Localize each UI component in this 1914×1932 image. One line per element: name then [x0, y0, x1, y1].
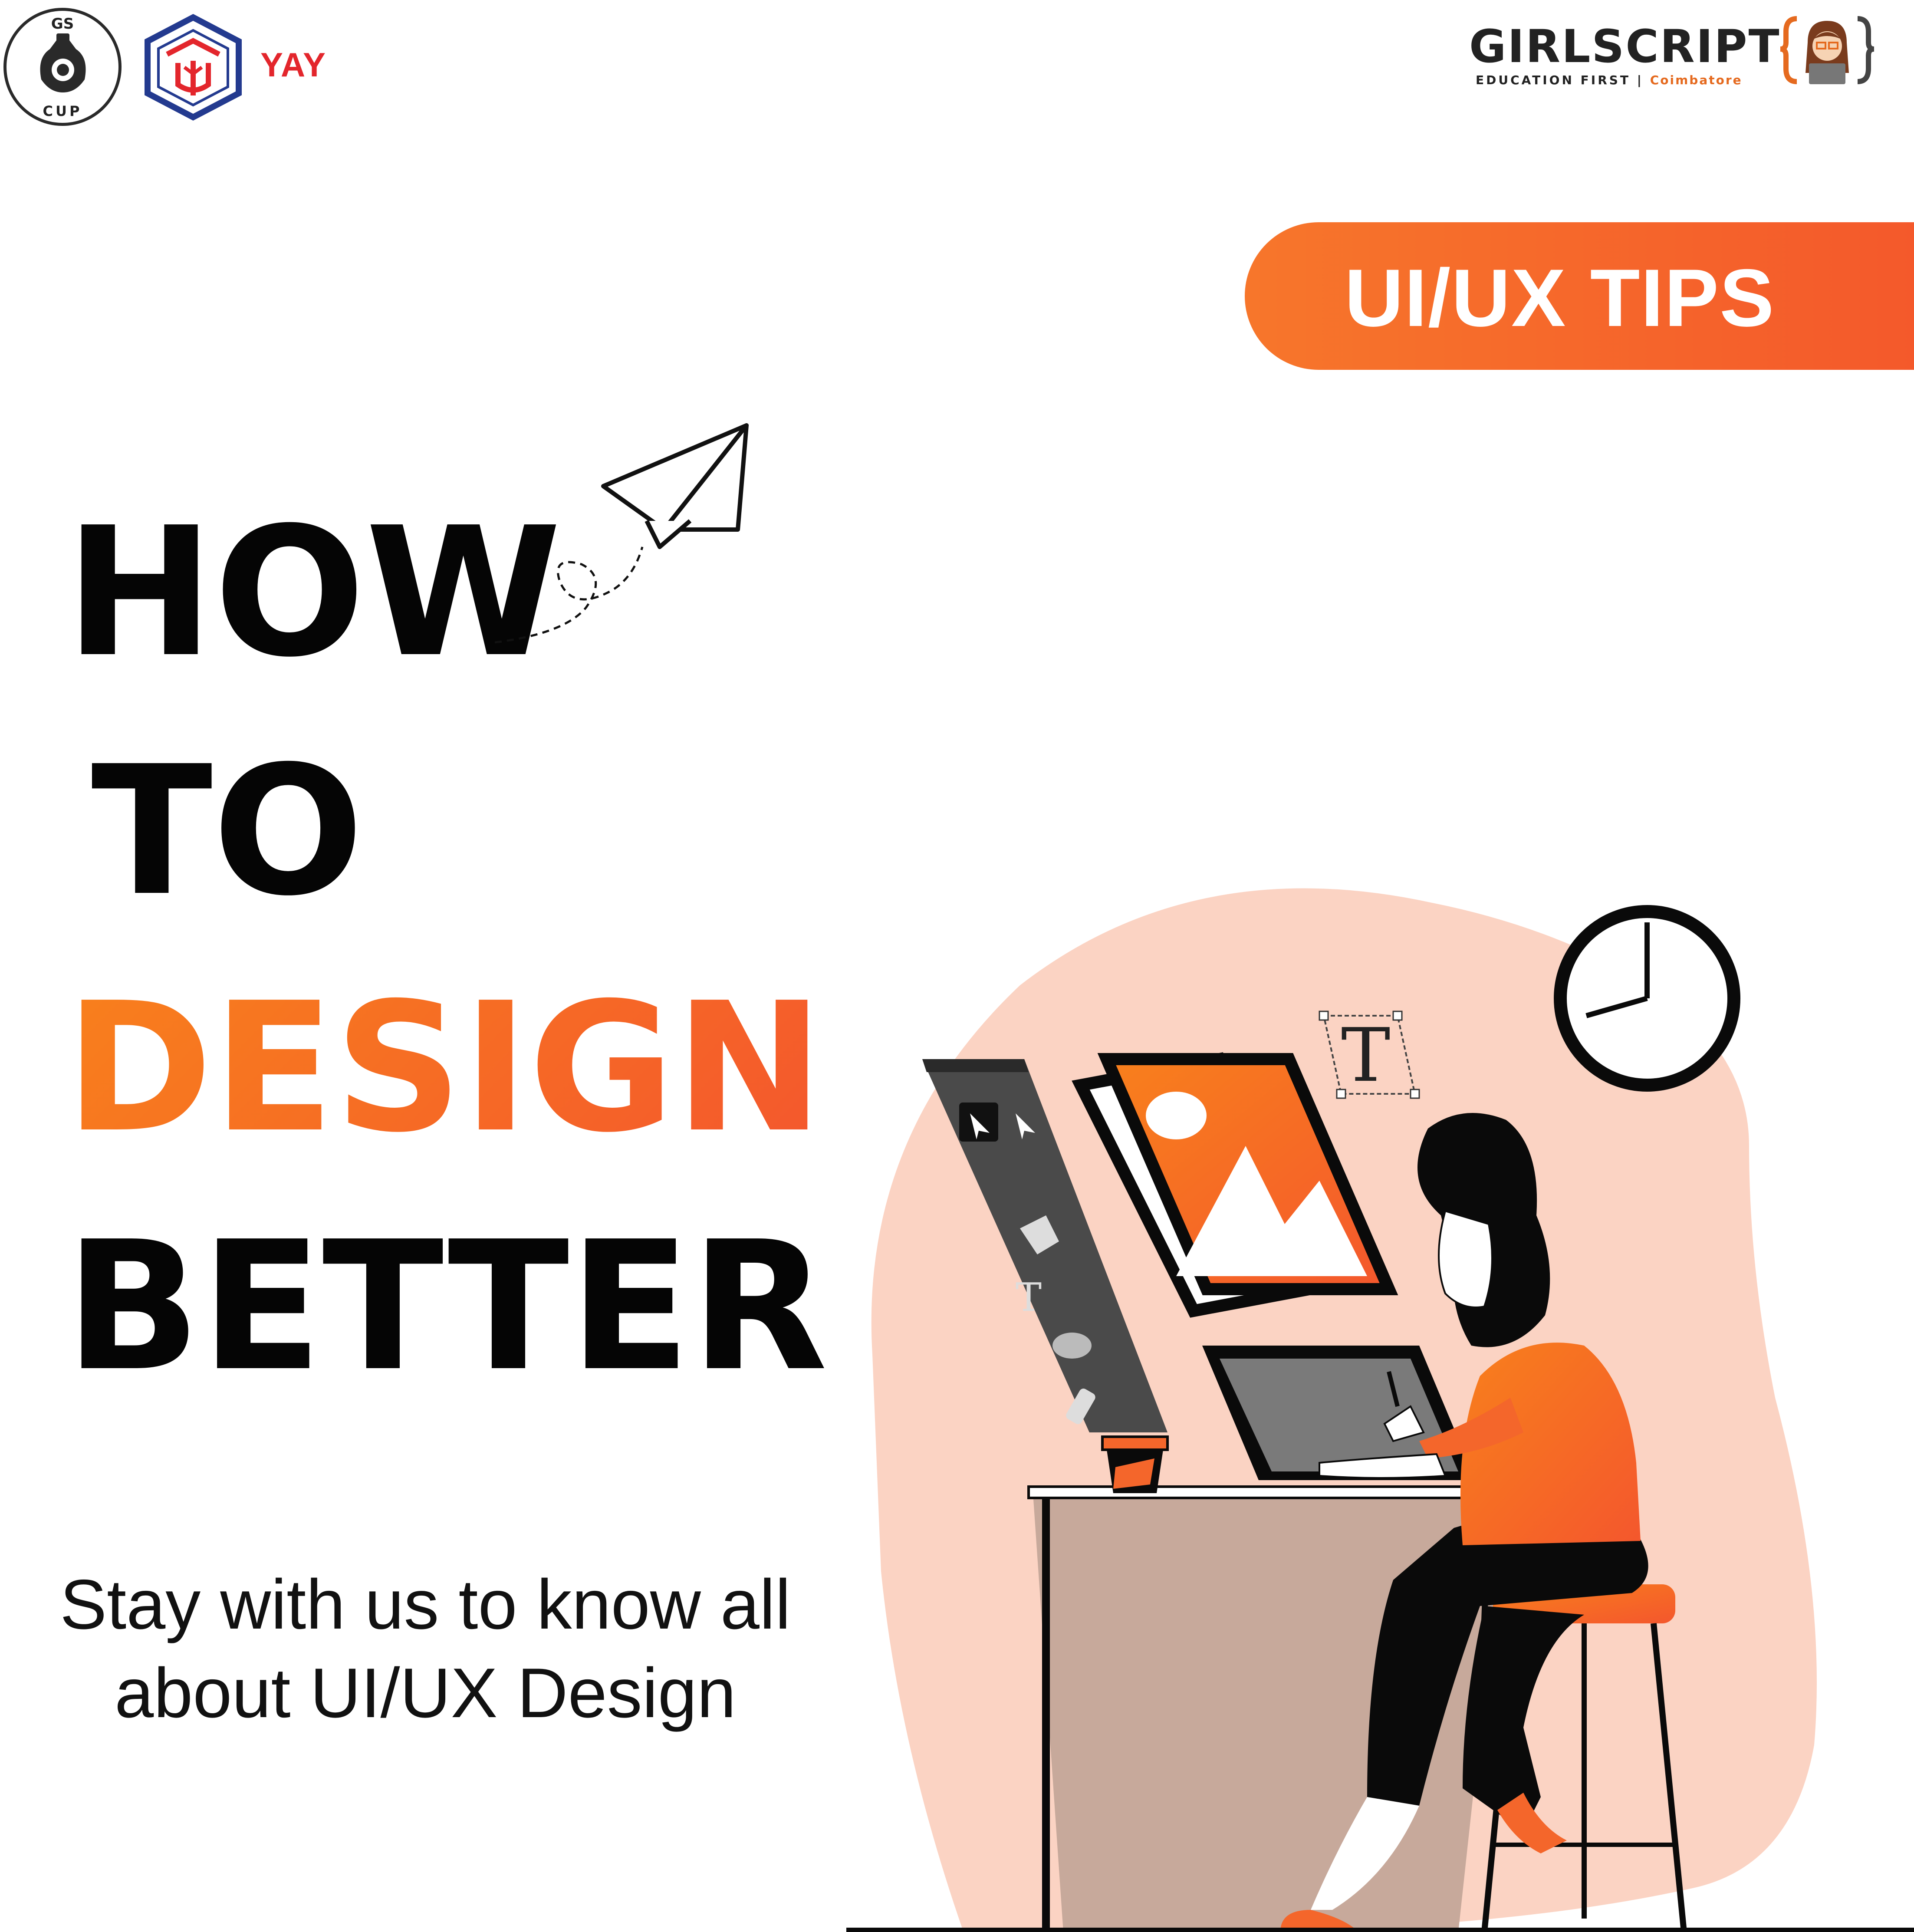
ui-ux-tips-badge: UI/UX TIPS	[1245, 222, 1914, 370]
ui-ux-tips-label: UI/UX TIPS	[1345, 252, 1775, 343]
paper-plane-icon	[494, 423, 749, 644]
subtitle: Stay with us to know all about UI/UX Des…	[26, 1560, 825, 1738]
headline-design: DESIGN	[65, 964, 824, 1172]
clock-icon	[1554, 905, 1740, 1092]
gs-cup-emblem-icon	[40, 33, 86, 92]
subtitle-line-1: Stay with us to know all	[60, 1565, 791, 1644]
girlscript-avatar-icon	[1780, 16, 1875, 84]
girlscript-logo-text: GIRLSCRIPT	[1469, 20, 1781, 73]
headline-better: BETTER	[65, 1203, 828, 1410]
yay-logo-text: YAY	[260, 46, 327, 84]
yay-cube-icon	[145, 14, 242, 121]
girlscript-city: Coimbatore	[1650, 73, 1743, 87]
svg-text:T: T	[1341, 1013, 1390, 1099]
cursor-icon	[959, 1103, 998, 1142]
headline-to: TO	[91, 727, 364, 935]
svg-text:T: T	[1016, 1275, 1042, 1320]
girlscript-tagline-text: EDUCATION FIRST |	[1476, 73, 1644, 87]
gs-cup-logo: GS CUP	[3, 8, 122, 126]
gs-cup-bottom-text: CUP	[43, 103, 82, 119]
subtitle-line-2: about UI/UX Design	[115, 1654, 736, 1733]
designer-illustration: T T	[846, 888, 1914, 1932]
girlscript-tagline: EDUCATION FIRST | Coimbatore	[1476, 73, 1743, 87]
gs-cup-top-text: GS	[51, 15, 74, 33]
coffee-cup	[1101, 1435, 1169, 1493]
